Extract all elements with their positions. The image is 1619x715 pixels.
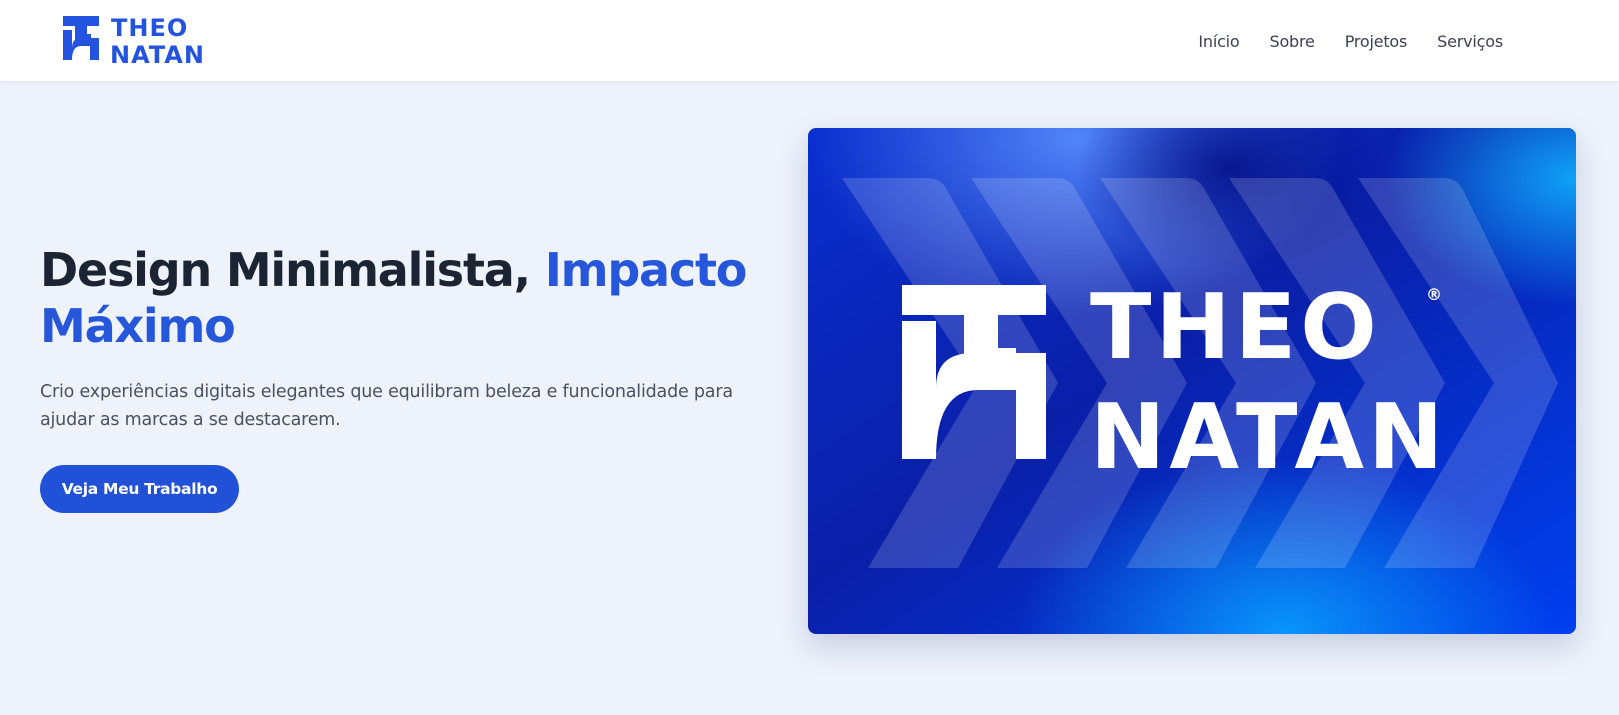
nav-servicos[interactable]: Serviços [1437,32,1503,51]
svg-text:NATAN: NATAN [1090,385,1447,490]
nav-sobre[interactable]: Sobre [1270,32,1315,51]
site-logo[interactable]: THEO NATAN [63,14,223,69]
hero-brand-image: THEO ® NATAN [808,128,1576,634]
hero-subtitle: Crio experiências digitais elegantes que… [40,382,733,430]
tn-monogram-icon: THEO NATAN [63,14,205,69]
nav-projetos[interactable]: Projetos [1345,32,1408,51]
site-header: THEO NATAN Início Sobre Projetos Serviço… [0,0,1619,82]
svg-text:THEO: THEO [111,14,188,42]
hero-headline: Design Minimalista, Impacto Máximo [40,242,800,354]
headline-part-1: Design Minimalista, [40,243,545,297]
nav-inicio[interactable]: Início [1198,32,1239,51]
svg-text:®: ® [1426,285,1442,304]
view-work-button[interactable]: Veja Meu Trabalho [40,465,239,513]
hero-content: Design Minimalista, Impacto Máximo Crio … [40,242,800,434]
main-nav: Início Sobre Projetos Serviços [1198,0,1503,82]
svg-text:NATAN: NATAN [110,41,205,66]
svg-text:THEO: THEO [1090,275,1381,380]
